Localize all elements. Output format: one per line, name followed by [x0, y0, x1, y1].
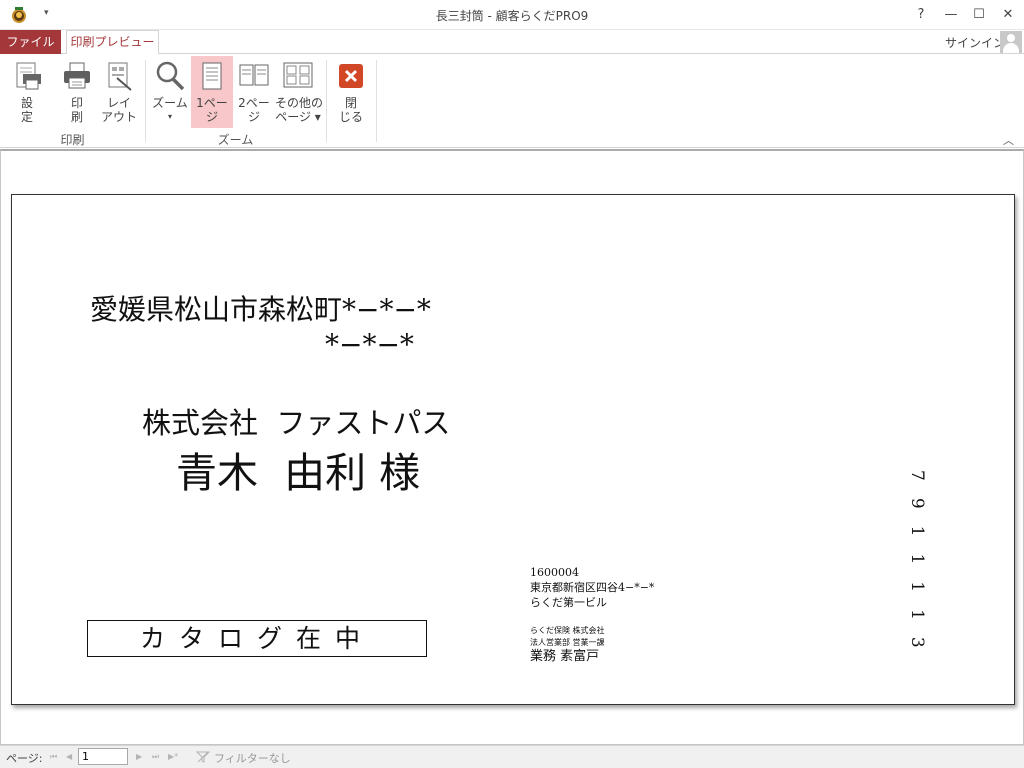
recipient-company: 株式会社 ファストパス	[142, 406, 451, 440]
tab-file[interactable]: ファイル	[0, 30, 61, 54]
layout-button[interactable]: レイ アウト	[97, 56, 141, 128]
avatar[interactable]	[1000, 31, 1022, 53]
page-label: ページ:	[6, 752, 43, 765]
sender-company: らくだ保険 株式会社	[530, 626, 605, 635]
close-preview-label: 閉 じる	[338, 96, 363, 124]
one-page-button[interactable]: 1ペー ジ	[191, 56, 233, 128]
catalog-enclosed-stamp: カタログ在中	[87, 620, 427, 657]
title-bar: ▾ 長三封筒 - 顧客らくだPRO9 ? — ☐ ✕	[0, 0, 1024, 30]
postal-code-vertical: 7911113	[907, 470, 927, 665]
two-page-label: 2ペー ジ	[238, 96, 270, 124]
multiple-pages-icon	[283, 62, 313, 88]
page-setup-label: 設 定	[20, 96, 33, 124]
last-page-button[interactable]: ⏭	[152, 752, 159, 762]
sender-zip: 1600004	[530, 566, 579, 579]
close-icon	[339, 64, 363, 88]
recipient-name: 青木 由利 様	[176, 449, 421, 497]
collapse-ribbon-icon[interactable]: ︿	[1003, 132, 1014, 148]
page-setup-button[interactable]: 設 定	[5, 56, 49, 128]
single-page-icon	[202, 62, 222, 90]
recipient-address-line1: 愛媛県松山市森松町*−*−*	[90, 293, 431, 326]
sender-department: 法人営業部 営業一課	[530, 638, 605, 647]
page-number-input[interactable]: 1	[78, 748, 128, 765]
window-title: 長三封筒 - 顧客らくだPRO9	[435, 9, 589, 23]
ribbon-separator	[376, 60, 377, 142]
sender-block: 1600004 東京都新宿区四谷4−*−* らくだ第一ビル らくだ保険 株式会社…	[530, 565, 654, 665]
magnifier-icon	[156, 61, 185, 91]
ribbon-separator	[326, 60, 327, 142]
ribbon: 設 定 印 刷 レイ アウト ズーム ▾ 1ペー ジ 2ペー ジ その他の ペー…	[0, 54, 1024, 148]
layout-icon	[108, 62, 132, 91]
other-pages-label: その他の ページ ▾	[275, 96, 324, 124]
print-button[interactable]: 印 刷	[55, 56, 99, 128]
avatar-body-icon	[1003, 43, 1019, 53]
first-page-button[interactable]: ⏮	[50, 752, 57, 762]
signin-link[interactable]: サインイン	[945, 34, 1005, 51]
ribbon-tab-row: ファイル 印刷プレビュー サインイン	[0, 30, 1024, 55]
new-record-button[interactable]: ▶*	[168, 752, 178, 761]
minimize-button[interactable]: —	[936, 4, 966, 26]
record-navigation-bar: ページ: ⏮ ◀ 1 ▶ ⏭ ▶* フィルターなし	[0, 745, 1024, 768]
filter-status[interactable]: フィルターなし	[214, 750, 291, 766]
page-setup-icon	[16, 62, 41, 90]
close-window-button[interactable]: ✕	[993, 4, 1023, 26]
printer-icon	[64, 62, 90, 89]
no-filter-icon	[196, 751, 210, 763]
ribbon-separator	[145, 60, 146, 142]
layout-label: レイ アウト	[100, 96, 137, 124]
sender-building: らくだ第一ビル	[530, 596, 607, 609]
group-label-zoom: ズーム	[217, 133, 254, 147]
help-button[interactable]: ?	[906, 4, 936, 26]
tab-print-preview[interactable]: 印刷プレビュー	[66, 30, 159, 55]
zoom-dropdown-arrow: ▾	[167, 112, 172, 121]
print-preview-area[interactable]: 愛媛県松山市森松町*−*−* *−*−* 株式会社 ファストパス 青木 由利 様…	[0, 149, 1024, 745]
two-pages-icon	[239, 64, 269, 86]
two-page-button[interactable]: 2ペー ジ	[234, 56, 274, 128]
one-page-label: 1ペー ジ	[196, 96, 228, 124]
zoom-label: ズーム	[152, 96, 188, 110]
avatar-head-icon	[1007, 34, 1015, 42]
sender-address: 東京都新宿区四谷4−*−*	[530, 581, 655, 594]
next-page-button[interactable]: ▶	[136, 752, 142, 761]
envelope-page: 愛媛県松山市森松町*−*−* *−*−* 株式会社 ファストパス 青木 由利 様…	[11, 194, 1015, 705]
close-preview-button[interactable]: 閉 じる	[331, 56, 371, 128]
recipient-address-line2: *−*−*	[325, 328, 414, 361]
group-label-print: 印刷	[60, 133, 85, 147]
prev-page-button[interactable]: ◀	[66, 752, 72, 761]
other-pages-button[interactable]: その他の ページ ▾	[275, 56, 324, 128]
sender-name: 業務 素富戸	[530, 649, 600, 664]
print-label: 印 刷	[70, 96, 83, 124]
maximize-button[interactable]: ☐	[964, 4, 994, 26]
zoom-button[interactable]: ズーム ▾	[149, 56, 191, 128]
